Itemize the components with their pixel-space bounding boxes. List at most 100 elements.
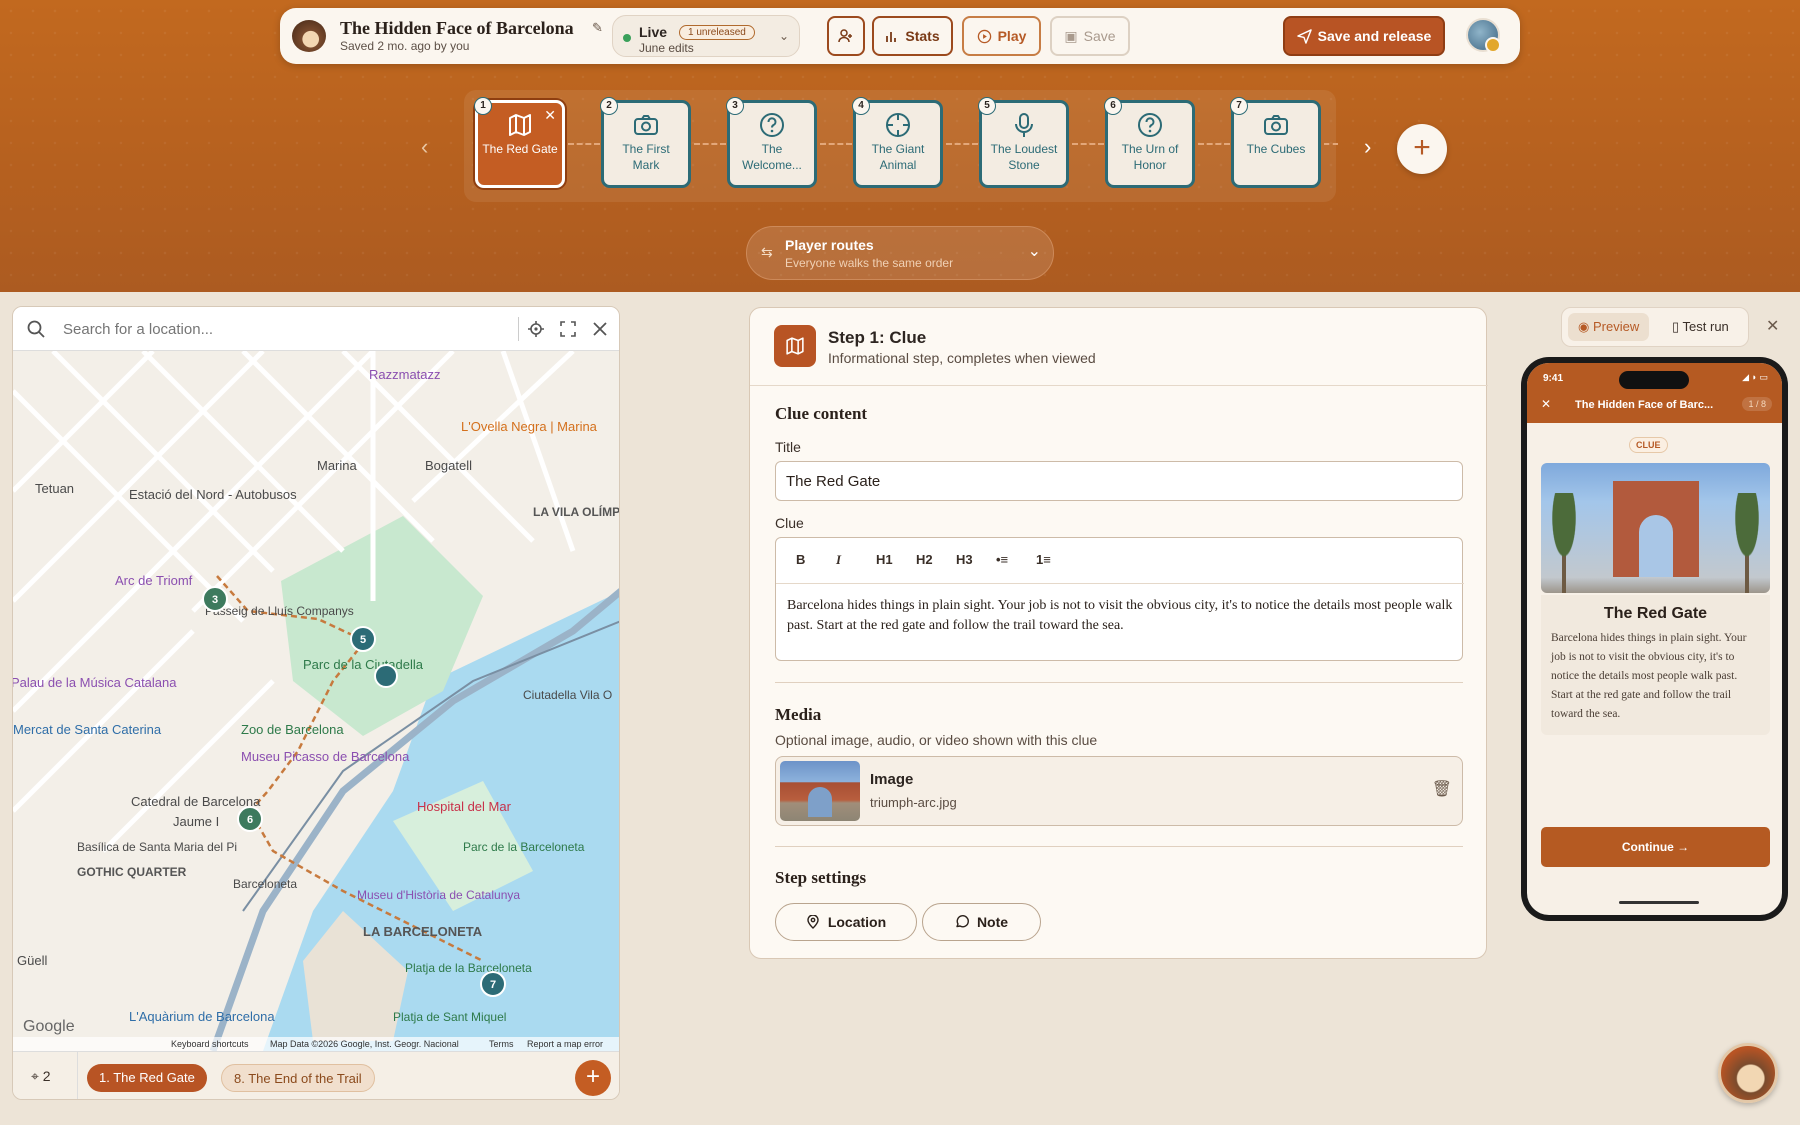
close-icon[interactable]: ✕ — [544, 107, 556, 124]
map-label: Arc de Triomf — [115, 573, 193, 588]
step-number: 7 — [1230, 97, 1248, 115]
map-canvas[interactable]: Razzmatazz L'Ovella Negra | Marina Marin… — [13, 351, 620, 1051]
step-card-4[interactable]: 4 The Giant Animal — [852, 97, 943, 188]
add-location-button[interactable]: + — [575, 1060, 611, 1096]
step-card-5[interactable]: 5 The Loudest Stone — [978, 97, 1069, 188]
clue-badge: CLUE — [1629, 437, 1668, 453]
trash-icon[interactable]: 🗑 — [1432, 779, 1452, 799]
map-current-location — [374, 664, 398, 688]
map-label: Razzmatazz — [369, 367, 441, 382]
numbered-list-button[interactable]: 1≡ — [1036, 552, 1051, 567]
phone-preview: 9:41 ◢ ◗ ▭ ✕ The Hidden Face of Barc... … — [1521, 357, 1788, 921]
close-icon[interactable]: ✕ — [1766, 316, 1779, 336]
stats-button[interactable]: Stats — [872, 16, 953, 56]
step-number: 1 — [474, 97, 492, 115]
map-label: Jaume I — [173, 814, 219, 829]
collaborators-button[interactable] — [827, 16, 865, 56]
preview-tabs: ◉ Preview ▯ Test run — [1561, 307, 1749, 347]
close-icon[interactable] — [591, 320, 609, 338]
assistant-avatar-button[interactable] — [1718, 1043, 1778, 1103]
top-bar: The Hidden Face of Barcelona ✎ Saved 2 m… — [280, 8, 1520, 64]
palm-tree — [1541, 493, 1587, 593]
step-connector — [820, 143, 852, 145]
heading2-button[interactable]: H2 — [916, 552, 933, 567]
clue-text[interactable]: Barcelona hides things in plain sight. Y… — [787, 596, 1453, 636]
location-label: Location — [827, 914, 887, 930]
map-label: Barceloneta — [233, 877, 297, 891]
version-dropdown[interactable]: Live 1 unreleased June edits ⌄ — [612, 15, 800, 57]
step-card-1[interactable]: 1 ✕ The Red Gate — [474, 97, 565, 188]
send-icon — [1296, 28, 1312, 44]
continue-button[interactable]: Continue → — [1541, 827, 1770, 867]
user-avatar[interactable] — [1466, 18, 1501, 53]
close-icon[interactable]: ✕ — [1541, 397, 1551, 411]
locate-icon[interactable] — [527, 320, 545, 338]
step-card-6[interactable]: 6 The Urn of Honor — [1104, 97, 1195, 188]
app-logo[interactable] — [292, 20, 326, 52]
location-button[interactable]: Location — [775, 903, 917, 941]
clue-card: The Red Gate Barcelona hides things in p… — [1541, 595, 1770, 735]
note-button[interactable]: Note — [922, 903, 1041, 941]
step-connector — [1072, 143, 1104, 145]
bullet-list-button[interactable]: •≡ — [996, 552, 1008, 567]
step-title: Step 1: Clue — [828, 328, 927, 347]
tab-test-run[interactable]: ▯ Test run — [1662, 313, 1739, 341]
map-label: Marina — [317, 458, 358, 473]
camera-icon — [1264, 115, 1288, 135]
map-label: Ciutadella Vila O — [523, 688, 612, 702]
tab-preview[interactable]: ◉ Preview — [1568, 313, 1650, 341]
clue-rich-editor[interactable]: B I H1 H2 H3 •≡ 1≡ Barcelona hides thing… — [775, 537, 1464, 661]
map-marker-number: 6 — [247, 814, 253, 826]
map-label: Parc de la Ciutadella — [303, 657, 424, 672]
question-icon — [1138, 113, 1162, 137]
save-button[interactable]: ▣ Save — [1050, 16, 1130, 56]
media-subtitle: Optional image, audio, or video shown wi… — [775, 732, 1098, 748]
clue-body: Barcelona hides things in plain sight. Y… — [1551, 632, 1747, 720]
phone-time: 9:41 — [1543, 373, 1564, 384]
route-icon: ⇆ — [761, 244, 773, 260]
live-status-dot — [623, 34, 631, 42]
add-step-button[interactable]: + — [1397, 124, 1447, 174]
step-number: 3 — [726, 97, 744, 115]
map-label: Güell — [17, 953, 47, 968]
play-button[interactable]: Play — [962, 16, 1041, 56]
step-card-2[interactable]: 2 The First Mark — [600, 97, 691, 188]
map-label: Passeig de Lluís Companys — [205, 604, 354, 618]
player-routes-dropdown[interactable]: ⇆ Player routes Everyone walks the same … — [746, 226, 1054, 280]
user-add-icon — [838, 29, 852, 43]
step-number: 6 — [1104, 97, 1122, 115]
project-title[interactable]: The Hidden Face of Barcelona — [340, 18, 574, 39]
phone-icon: ▯ — [1672, 319, 1680, 334]
location-search-input[interactable] — [63, 316, 523, 342]
pin-count-value: 2 — [42, 1068, 51, 1084]
title-label: Title — [775, 439, 801, 455]
step-connector — [1324, 143, 1338, 145]
route-chip-start[interactable]: 1. The Red Gate — [87, 1064, 207, 1092]
media-type: Image — [870, 771, 914, 788]
clue-heading: The Red Gate — [1603, 605, 1708, 622]
clue-image — [1541, 463, 1770, 593]
fullscreen-icon[interactable] — [559, 320, 577, 338]
media-item[interactable]: Image triumph-arc.jpg 🗑 — [775, 756, 1463, 826]
heading3-button[interactable]: H3 — [956, 552, 973, 567]
save-and-release-button[interactable]: Save and release — [1283, 16, 1445, 56]
map-icon — [509, 114, 531, 136]
eye-icon: ◉ — [1578, 319, 1590, 334]
palm-tree — [1724, 493, 1770, 593]
chevron-left-icon[interactable]: ‹ — [421, 134, 428, 160]
step-card-7[interactable]: 7 The Cubes — [1230, 97, 1321, 188]
route-chip-end[interactable]: 8. The End of the Trail — [221, 1064, 375, 1092]
unreleased-badge: 1 unreleased — [679, 25, 755, 40]
chevron-right-icon[interactable]: › — [1364, 134, 1371, 160]
step-card-3[interactable]: 3 The Welcome... — [726, 97, 817, 188]
heading1-button[interactable]: H1 — [876, 552, 893, 567]
italic-button[interactable]: I — [836, 552, 841, 568]
live-label: Live — [639, 24, 668, 40]
step-subtitle: Informational step, completes when viewe… — [828, 350, 1096, 366]
map-marker-number: 7 — [490, 979, 496, 991]
bold-button[interactable]: B — [796, 552, 805, 567]
release-label: Save and release — [1317, 28, 1432, 44]
map-label: Museu Picasso de Barcelona — [241, 749, 410, 764]
title-input[interactable] — [775, 461, 1463, 501]
edit-pencil-icon[interactable]: ✎ — [592, 20, 603, 36]
